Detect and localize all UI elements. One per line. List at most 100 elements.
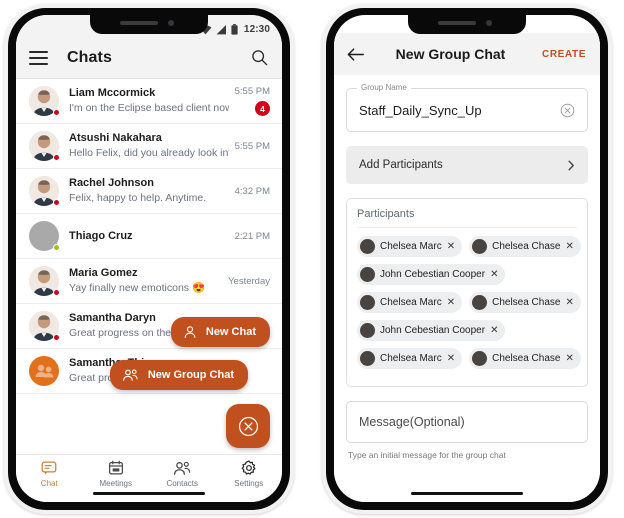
list-item[interactable]: Thiago Cruz 2:21 PM	[16, 214, 282, 259]
chat-bubble-icon	[41, 461, 57, 475]
create-button[interactable]: CREATE	[542, 49, 586, 60]
nav-label-contacts: Contacts	[166, 479, 199, 488]
participant-chip[interactable]: John Cebestian Cooper ✕	[357, 320, 506, 341]
message-helper-text: Type an initial message for the group ch…	[348, 450, 506, 460]
list-item[interactable]: Liam Mccormick I'm on the Eclipse based …	[16, 79, 282, 124]
participant-name: Chelsea Marc	[380, 297, 442, 308]
group-avatar-icon	[29, 356, 59, 386]
front-camera	[168, 20, 174, 26]
participant-chip[interactable]: Chelsea Marc ✕	[357, 292, 463, 313]
chat-time: 4:32 PM	[234, 185, 270, 197]
participant-avatar	[472, 295, 488, 310]
participant-name: Chelsea Marc	[380, 241, 442, 252]
new-group-chat-label: New Group Chat	[147, 369, 234, 381]
nav-item-meetings[interactable]: Meetings	[83, 460, 150, 488]
participant-chip[interactable]: Chelsea Chase ✕	[469, 348, 581, 369]
chat-name: Atsushi Nakahara	[69, 132, 162, 144]
remove-x-icon[interactable]: ✕	[447, 297, 455, 308]
avatar	[29, 266, 60, 296]
chat-preview: Yay finally new emoticons 😍	[69, 282, 206, 294]
search-icon[interactable]	[251, 49, 268, 66]
list-item-text: Thiago Cruz	[69, 229, 229, 244]
home-indicator	[93, 492, 205, 495]
list-item-meta: Yesterday	[228, 276, 270, 287]
contacts-icon	[174, 461, 191, 475]
page-title: Chats	[67, 48, 112, 66]
participants-row: John Cebestian Cooper ✕	[357, 320, 577, 341]
participants-title: Participants	[357, 208, 577, 228]
participant-name: John Cebestian Cooper	[380, 325, 486, 336]
nav-item-settings[interactable]: Settings	[216, 460, 283, 488]
phone-notch	[90, 15, 208, 34]
participant-name: Chelsea Marc	[380, 353, 442, 364]
message-placeholder: Message(Optional)	[359, 415, 465, 429]
list-item-meta: 4:32 PM	[235, 186, 270, 197]
chat-name: Maria Gomez	[69, 267, 138, 279]
remove-x-icon[interactable]: ✕	[447, 241, 455, 252]
remove-x-icon[interactable]: ✕	[565, 297, 573, 308]
list-item-text: Liam Mccormick I'm on the Eclipse based …	[69, 86, 229, 116]
avatar	[29, 131, 60, 161]
chat-time: 5:55 PM	[234, 140, 270, 152]
avatar	[29, 86, 60, 116]
participant-avatar	[360, 267, 375, 282]
participants-card: Participants Chelsea Marc ✕ Chelsea Chas…	[346, 198, 588, 387]
nav-item-contacts[interactable]: Contacts	[149, 460, 216, 488]
earpiece-speaker	[438, 21, 476, 25]
participant-chip[interactable]: Chelsea Marc ✕	[357, 236, 463, 257]
clear-circle-icon[interactable]	[560, 103, 575, 118]
remove-x-icon[interactable]: ✕	[565, 353, 573, 364]
phone-notch	[408, 15, 526, 34]
new-group-chat-fab[interactable]: New Group Chat	[109, 360, 248, 390]
chat-preview: I'm on the Eclipse based client now	[69, 102, 229, 114]
new-group-chat-button[interactable]: New Group Chat	[109, 360, 248, 390]
remove-x-icon[interactable]: ✕	[490, 325, 498, 336]
nav-item-chat[interactable]: Chat	[16, 460, 83, 488]
participant-avatar	[360, 295, 375, 310]
group-name-field[interactable]: Group Name Staff_Daily_Sync_Up	[346, 83, 588, 132]
phone-left: 12:30 Chats Liam Mccormick I'm on the Ec…	[4, 4, 294, 514]
list-item-text: Atsushi Nakahara Hello Felix, did you al…	[69, 131, 229, 161]
calendar-icon	[108, 460, 123, 475]
participant-chip[interactable]: Chelsea Chase ✕	[469, 236, 581, 257]
close-circle-icon	[238, 416, 258, 436]
presence-indicator	[53, 154, 60, 161]
new-chat-button[interactable]: New Chat	[170, 317, 270, 347]
participant-avatar	[360, 323, 375, 338]
presence-indicator	[53, 199, 60, 206]
home-indicator	[411, 492, 523, 495]
participant-avatar	[360, 351, 375, 366]
participant-chip[interactable]: Chelsea Chase ✕	[469, 292, 581, 313]
list-item-meta: 2:21 PM	[235, 231, 270, 242]
message-input[interactable]: Message(Optional)	[346, 401, 588, 443]
remove-x-icon[interactable]: ✕	[447, 353, 455, 364]
list-item[interactable]: Rachel Johnson Felix, happy to help. Any…	[16, 169, 282, 214]
participant-avatar	[360, 239, 375, 254]
remove-x-icon[interactable]: ✕	[490, 269, 498, 280]
new-group-chat-body: Group Name Staff_Daily_Sync_Up Add Parti…	[334, 75, 600, 460]
participant-avatar	[472, 351, 488, 366]
people-icon	[122, 369, 138, 381]
close-fab-menu-button[interactable]	[226, 404, 270, 448]
list-item[interactable]: Atsushi Nakahara Hello Felix, did you al…	[16, 124, 282, 169]
phone-right-bezel: New Group Chat CREATE Group Name Staff_D…	[326, 8, 608, 510]
chats-app-bar: Chats	[16, 37, 282, 79]
chat-name: Liam Mccormick	[69, 87, 156, 99]
chat-time: 5:55 PM	[234, 86, 270, 97]
list-item-text: Maria Gomez Yay finally new emoticons 😍	[69, 266, 222, 296]
participants-row: Chelsea Marc ✕ Chelsea Chase ✕	[357, 348, 581, 369]
nav-label-meetings: Meetings	[99, 479, 132, 488]
phone-left-bezel: 12:30 Chats Liam Mccormick I'm on the Ec…	[8, 8, 290, 510]
group-name-input[interactable]: Staff_Daily_Sync_Up	[359, 103, 560, 118]
avatar	[29, 356, 59, 386]
chat-preview: Felix, happy to help. Anytime.	[69, 192, 207, 204]
hamburger-menu-icon[interactable]	[29, 50, 48, 65]
add-participants-button[interactable]: Add Participants	[346, 146, 588, 184]
participant-chip[interactable]: John Cebestian Cooper ✕	[357, 264, 506, 285]
new-chat-fab[interactable]: New Chat	[170, 317, 270, 347]
list-item[interactable]: Maria Gomez Yay finally new emoticons 😍 …	[16, 259, 282, 304]
remove-x-icon[interactable]: ✕	[565, 241, 573, 252]
participants-row: Chelsea Marc ✕ Chelsea Chase ✕	[357, 236, 581, 257]
unread-badge: 4	[255, 101, 270, 116]
participant-chip[interactable]: Chelsea Marc ✕	[357, 348, 463, 369]
